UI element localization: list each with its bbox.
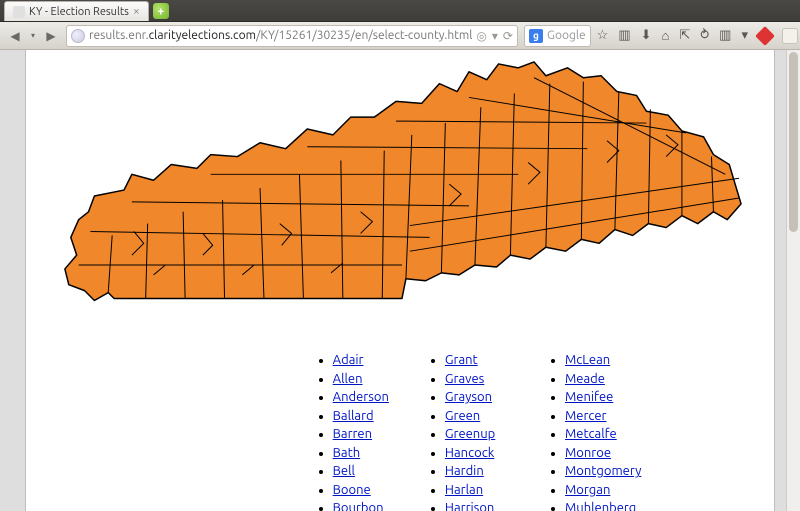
tab-favicon [13,6,25,18]
county-link[interactable]: Greenup [445,427,495,441]
county-link[interactable]: Hardin [445,464,484,478]
county-link[interactable]: McLean [565,353,610,367]
site-identity-icon[interactable] [71,29,85,43]
county-link[interactable]: Mercer [565,409,607,423]
county-list-item: Meade [565,371,641,389]
county-list-item: Adair [333,352,389,370]
county-link[interactable]: Grant [445,353,478,367]
kentucky-county-map[interactable]: .st { fill:#f0872a; stroke:#000; stroke-… [55,58,745,334]
library-icon[interactable]: ▥ [618,28,630,43]
county-link[interactable]: Meade [565,372,605,386]
tab-close-icon[interactable]: × [133,6,140,18]
url-dropdown-icon[interactable]: ▾ [492,29,498,43]
county-list-item: Green [445,408,509,426]
county-column-3: McLean Meade Menifee Mercer Metcalfe Monroe Mo… [551,351,641,511]
county-link[interactable]: Bourbon [333,501,384,511]
reload-button[interactable]: ⟳ [503,29,513,43]
tab-title: KY - Election Results [29,6,129,18]
county-link[interactable]: Graves [445,372,484,386]
back-button[interactable]: ◀ [6,27,24,45]
county-list-item: Anderson [333,389,389,407]
bookmark-star-icon[interactable]: ☆ [597,28,609,43]
state-map-container: .st { fill:#f0872a; stroke:#000; stroke-… [46,58,754,337]
page-content: .st { fill:#f0872a; stroke:#000; stroke-… [25,50,775,511]
county-link[interactable]: Allen [333,372,363,386]
county-column-1: Adair Allen Anderson Ballard Barren Bath Bell B… [319,351,389,511]
county-list-item: Mercer [565,408,641,426]
county-link[interactable]: Bell [333,464,355,478]
county-list-item: Muhlenberg [565,500,641,511]
county-link[interactable]: Adair [333,353,364,367]
county-list-item: Ballard [333,408,389,426]
browser-toolbar: ◀ ▾ ▶ results.enr.clarityelections.com/K… [0,22,800,50]
search-placeholder: Google [547,29,586,42]
county-list-item: Monroe [565,445,641,463]
county-link[interactable]: Morgan [565,483,610,497]
county-link[interactable]: Green [445,409,480,423]
county-link[interactable]: Boone [333,483,371,497]
url-text: results.enr.clarityelections.com/KY/1526… [89,29,472,42]
county-list-item: Menifee [565,389,641,407]
county-list-item: Bourbon [333,500,389,511]
county-list-item: Harrison [445,500,509,511]
toolbar-icons: ☆ ▥ ⬇ ⌂ ⇱ ⥁ ▥ ▾ [597,28,798,44]
county-list-item: Bath [333,445,389,463]
downloads-icon[interactable]: ⬇ [641,28,652,43]
county-list-item: Metcalfe [565,426,641,444]
county-list: Adair Allen Anderson Ballard Barren Bath Bell B… [46,351,754,511]
county-link[interactable]: Monroe [565,446,611,460]
url-bar[interactable]: results.enr.clarityelections.com/KY/1526… [66,25,518,47]
county-list-item: Barren [333,426,389,444]
county-link[interactable]: Harlan [445,483,483,497]
home-button[interactable]: ⌂ [662,28,670,43]
county-link[interactable]: Hancock [445,446,494,460]
adblock-icon[interactable] [755,26,775,46]
vertical-scrollbar[interactable] [786,50,800,511]
county-list-item: Bell [333,463,389,481]
county-list-item: Graves [445,371,509,389]
scrollbar-thumb[interactable] [789,52,798,232]
dropdown-icon[interactable]: ▥ [719,28,731,43]
county-list-item: Boone [333,482,389,500]
google-icon: g [529,29,543,43]
search-bar[interactable]: g Google [524,25,591,47]
county-link[interactable]: Montgomery [565,464,641,478]
county-link[interactable]: Menifee [565,390,613,404]
county-link[interactable]: Grayson [445,390,492,404]
addon-icon[interactable] [782,28,798,44]
county-list-item: Grayson [445,389,509,407]
url-host: clarityelections.com [149,29,256,42]
county-list-item: Montgomery [565,463,641,481]
new-tab-button[interactable]: + [153,3,169,19]
browser-tab-active[interactable]: KY - Election Results × [4,1,149,21]
county-link[interactable]: Bath [333,446,360,460]
menu-chevron-icon[interactable]: ▾ [741,28,748,43]
county-list-item: Allen [333,371,389,389]
url-path: /KY/15261/30235/en/select-county.html [256,29,472,42]
forward-button[interactable]: ▶ [42,27,60,45]
county-link[interactable]: Harrison [445,501,494,511]
url-pre: results.enr. [89,29,149,42]
back-history-dropdown[interactable]: ▾ [24,27,42,45]
sync-icon[interactable]: ⥁ [700,28,709,43]
county-list-item: Hardin [445,463,509,481]
browser-viewport: .st { fill:#f0872a; stroke:#000; stroke-… [0,50,800,511]
county-link[interactable]: Barren [333,427,372,441]
browser-tabstrip: KY - Election Results × + [0,0,800,22]
county-link[interactable]: Anderson [333,390,389,404]
county-list-item: Greenup [445,426,509,444]
county-link[interactable]: Muhlenberg [565,501,636,511]
nav-arrows: ◀ ▾ ▶ [6,27,60,45]
county-list-item: Morgan [565,482,641,500]
feed-icon[interactable]: ◎ [476,29,486,43]
pointer-icon[interactable]: ⇱ [679,28,690,43]
county-list-item: Harlan [445,482,509,500]
county-list-item: Grant [445,352,509,370]
county-link[interactable]: Metcalfe [565,427,617,441]
plus-icon: + [157,5,164,18]
county-column-2: Grant Graves Grayson Green Greenup Hancock Har… [431,351,509,511]
county-list-item: Hancock [445,445,509,463]
county-link[interactable]: Ballard [333,409,374,423]
county-list-item: McLean [565,352,641,370]
